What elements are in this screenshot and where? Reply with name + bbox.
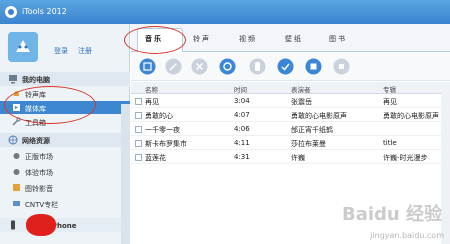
tab-wallpaper[interactable]: 壁纸	[285, 34, 303, 44]
tv-icon	[13, 201, 20, 206]
delete-icon[interactable]	[191, 58, 208, 75]
sidebar-item-cntv[interactable]: CNTV专栏	[0, 197, 130, 210]
annotation-ellipse-tab	[124, 26, 186, 54]
section-my-computer[interactable]: 我的电脑	[0, 72, 130, 86]
row-checkbox[interactable]	[135, 98, 142, 105]
annotation-ellipse-sidebar	[4, 86, 96, 124]
sidebar-item-trial-market[interactable]: 体验市场	[0, 165, 130, 178]
row-checkbox[interactable]	[135, 154, 142, 161]
table-row[interactable]: 斯卡布罗集市 4:11 莎拉布莱曼 title	[131, 137, 450, 150]
table-header: 名称 时间 表演者 专辑	[131, 82, 450, 94]
table-row[interactable]: 勇敢的心 4:07 勇敢的心电影原声 勇敢的心电影原声	[131, 109, 450, 122]
col-time[interactable]: 时间	[234, 84, 247, 94]
row-checkbox[interactable]	[135, 126, 142, 133]
tab-ringtones[interactable]: 铃声	[193, 34, 211, 44]
baidu-watermark: Baidu 经验	[341, 204, 442, 225]
row-checkbox[interactable]	[135, 140, 142, 147]
device-sync-icon[interactable]	[249, 58, 266, 75]
watermark-url: jingyan.baidu.com	[370, 231, 444, 240]
stop-icon[interactable]	[305, 58, 322, 75]
toolbar	[131, 53, 450, 81]
apple-icon	[13, 153, 20, 159]
sidebar-item-media-resources[interactable]: 图铃影音	[0, 181, 130, 194]
device-item[interactable]: 的 iPhone	[0, 218, 130, 232]
refresh-icon[interactable]	[219, 58, 236, 75]
tab-video[interactable]: 视频	[239, 34, 257, 44]
itools-logo-icon	[5, 6, 17, 18]
window-title: iTools 2012	[22, 7, 67, 16]
picture-icon	[13, 184, 20, 191]
table-row[interactable]: 蓝莲花 4:31 许巍 许巍-时光漫步	[131, 151, 450, 164]
edit-icon[interactable]	[165, 58, 182, 75]
sidebar-item-official-market[interactable]: 正版市场	[0, 149, 130, 162]
computer-icon	[9, 75, 17, 84]
annotation-blob	[26, 214, 56, 236]
select-all-icon[interactable]	[277, 58, 294, 75]
col-artist[interactable]: 表演者	[291, 84, 311, 94]
tab-books[interactable]: 图书	[329, 34, 347, 44]
title-bar: iTools 2012	[0, 0, 450, 24]
sidebar-scrollbar[interactable]	[121, 104, 130, 244]
col-name[interactable]: 名称	[145, 84, 158, 94]
row-checkbox[interactable]	[135, 112, 142, 119]
avatar-icon[interactable]	[8, 32, 38, 62]
apple-icon	[13, 169, 20, 175]
col-album[interactable]: 专辑	[383, 84, 396, 94]
table-row[interactable]: 一千零一夜 4:06 邰正宵千纸鹤	[131, 123, 450, 136]
globe-icon	[8, 135, 18, 145]
table-row[interactable]: 再见 3:04 张震岳 再见	[131, 95, 450, 108]
table-scrollbar[interactable]	[441, 82, 450, 244]
phone-icon	[11, 220, 15, 230]
import-icon[interactable]	[139, 58, 156, 75]
section-network[interactable]: 网络资源	[0, 133, 130, 147]
login-link[interactable]: 登录	[54, 46, 68, 56]
register-link[interactable]: 注册	[78, 46, 92, 56]
more-icon[interactable]	[333, 58, 350, 75]
sidebar: 登录 注册 我的电脑 铃声库 媒体库 工具箱 网络资源 正版市场 体验市场 图铃…	[0, 24, 130, 244]
